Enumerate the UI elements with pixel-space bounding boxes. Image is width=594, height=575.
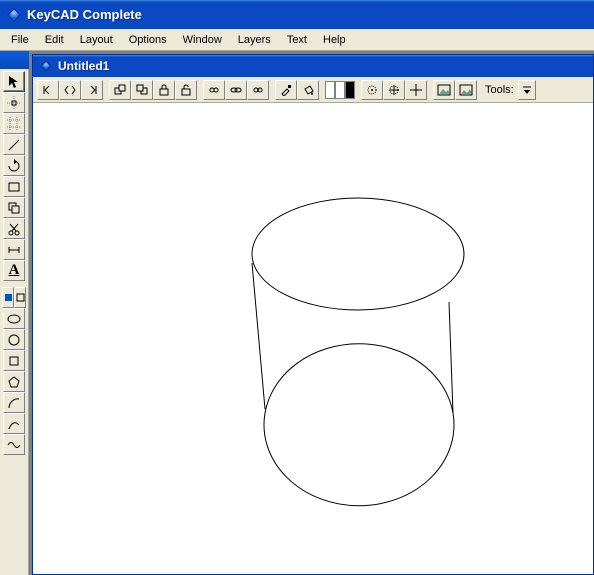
- circle-tool[interactable]: [3, 329, 25, 350]
- menu-options[interactable]: Options: [121, 32, 175, 48]
- rotate-tool[interactable]: [3, 155, 25, 176]
- app-title: KeyCAD Complete: [27, 7, 142, 22]
- arc-tool[interactable]: [3, 392, 25, 413]
- link-3-button[interactable]: [247, 80, 269, 100]
- picture-2-button[interactable]: [455, 80, 477, 100]
- line-tool[interactable]: [3, 134, 25, 155]
- duplicate-tool[interactable]: [3, 197, 25, 218]
- menu-file[interactable]: File: [3, 32, 37, 48]
- palette-header[interactable]: [0, 51, 29, 69]
- text-tool[interactable]: A: [3, 260, 25, 281]
- document-icon: [39, 59, 53, 73]
- document-title: Untitled1: [58, 59, 109, 73]
- color-swatch-1[interactable]: [325, 81, 335, 99]
- pointer-tool[interactable]: [3, 71, 25, 92]
- menu-bar: File Edit Layout Options Window Layers T…: [0, 29, 594, 51]
- nav-center-button[interactable]: [59, 80, 81, 100]
- mdi-area: Untitled1: [29, 51, 594, 575]
- link-1-button[interactable]: [203, 80, 225, 100]
- fill-rect-tool[interactable]: [2, 287, 14, 308]
- snap-point-tool[interactable]: [3, 92, 25, 113]
- cut-tool[interactable]: [3, 218, 25, 239]
- arrange-2-button[interactable]: [131, 80, 153, 100]
- menu-window[interactable]: Window: [175, 32, 230, 48]
- tool-palette: A: [0, 51, 29, 575]
- color-swatch-2[interactable]: [335, 81, 345, 99]
- wave-tool[interactable]: [3, 434, 25, 455]
- arrange-1-button[interactable]: [109, 80, 131, 100]
- picture-1-button[interactable]: [433, 80, 455, 100]
- crosshair-button[interactable]: [405, 80, 427, 100]
- menu-text[interactable]: Text: [279, 32, 315, 48]
- ellipse-tool[interactable]: [3, 308, 25, 329]
- snap-grid-tool[interactable]: [3, 113, 25, 134]
- target-1-button[interactable]: [361, 80, 383, 100]
- app-title-bar: KeyCAD Complete: [0, 0, 594, 29]
- drawing-canvas[interactable]: [33, 103, 593, 574]
- tools-dropdown-button[interactable]: [518, 80, 536, 100]
- document-window: Untitled1: [32, 54, 594, 575]
- menu-layers[interactable]: Layers: [230, 32, 279, 48]
- eyedropper-button[interactable]: [275, 80, 297, 100]
- document-title-bar[interactable]: Untitled1: [33, 55, 593, 77]
- paint-bucket-button[interactable]: [297, 80, 319, 100]
- tools-label: Tools:: [483, 84, 516, 96]
- lock-button[interactable]: [153, 80, 175, 100]
- nav-left-button[interactable]: [37, 80, 59, 100]
- polygon-tool[interactable]: [3, 350, 25, 371]
- link-2-button[interactable]: [225, 80, 247, 100]
- menu-layout[interactable]: Layout: [72, 32, 121, 48]
- cylinder-drawing: [33, 103, 593, 574]
- app-icon: [6, 7, 22, 23]
- empty-rect-tool[interactable]: [14, 287, 26, 308]
- menu-help[interactable]: Help: [315, 32, 354, 48]
- dimension-tool[interactable]: [3, 239, 25, 260]
- target-2-button[interactable]: [383, 80, 405, 100]
- document-toolbar: Tools:: [33, 77, 593, 103]
- nav-right-button[interactable]: [81, 80, 103, 100]
- menu-edit[interactable]: Edit: [37, 32, 72, 48]
- curve-tool[interactable]: [3, 413, 25, 434]
- pentagon-tool[interactable]: [3, 371, 25, 392]
- rectangle-tool[interactable]: [3, 176, 25, 197]
- unlock-button[interactable]: [175, 80, 197, 100]
- color-swatch-3[interactable]: [345, 81, 355, 99]
